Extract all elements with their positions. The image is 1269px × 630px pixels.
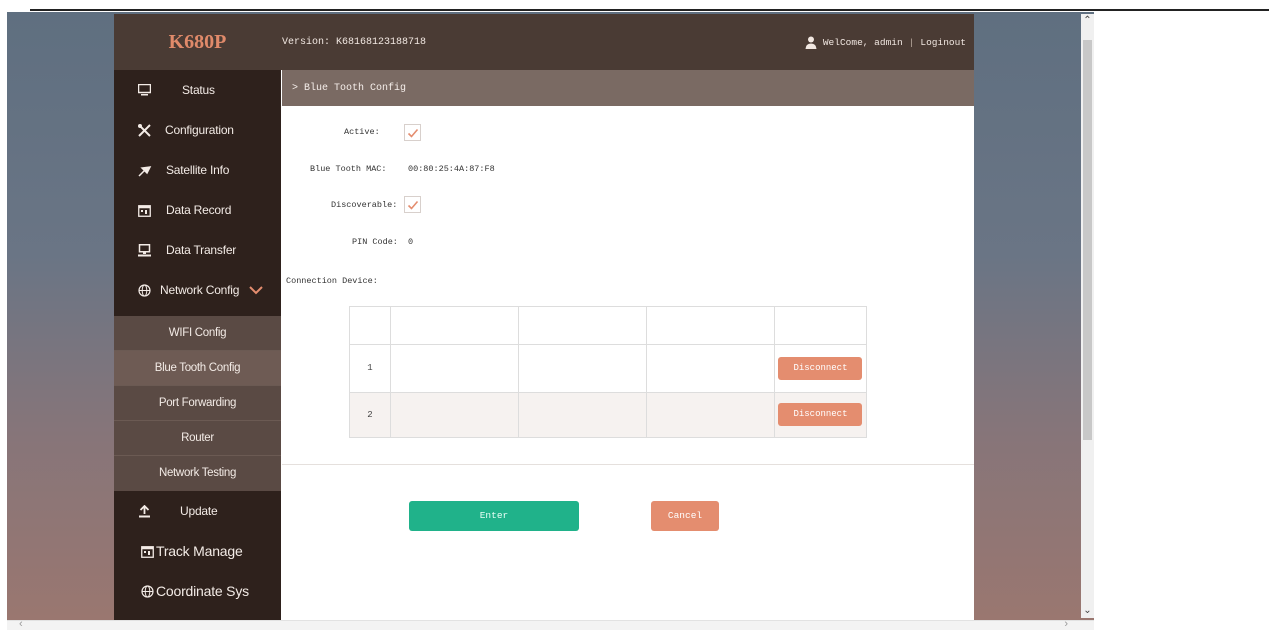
sidebar-item-label: Satellite Info <box>166 163 230 177</box>
sidebar-item-label: Update <box>180 504 218 518</box>
breadcrumb: > Blue Tooth Config <box>282 70 974 106</box>
top-rule <box>30 9 1269 11</box>
sidebar-item-label: Network Config <box>160 283 240 297</box>
sidebar-item-configuration[interactable]: Configuration <box>114 110 281 150</box>
sidebar-item-network-config[interactable]: Network Config <box>114 270 281 310</box>
connection-device-table: 1 Disconnect 2 Disconnect <box>349 305 868 439</box>
upload-icon <box>136 503 152 519</box>
version-text: Version: K68168123188718 <box>282 37 427 48</box>
sidebar: Status Configuration Satellite Info Data… <box>114 70 281 620</box>
disconnect-button[interactable]: Disconnect <box>778 356 863 380</box>
satellite-icon <box>136 162 152 178</box>
sidebar-item-track-manage[interactable]: Track Manage <box>114 531 281 571</box>
discoverable-label: Discoverable: <box>331 200 398 210</box>
table-header-row <box>349 305 868 346</box>
submenu-item-network-testing[interactable]: Network Testing <box>114 456 281 491</box>
cancel-button[interactable]: Cancel <box>651 501 719 531</box>
row-index: 2 <box>349 391 391 439</box>
vertical-scrollbar[interactable]: ⌃ ⌄ <box>1081 14 1094 618</box>
horizontal-scrollbar[interactable]: ‹ › <box>7 618 1094 630</box>
sidebar-item-update[interactable]: Update <box>114 491 281 531</box>
submenu-item-router[interactable]: Router <box>114 421 281 456</box>
sidebar-item-label: Status <box>182 83 215 97</box>
sidebar-item-label: Configuration <box>165 123 234 137</box>
scroll-right-icon[interactable]: › <box>1064 618 1068 630</box>
monitor-icon <box>136 82 152 98</box>
table-row: 1 Disconnect <box>349 344 868 393</box>
header-separator: | <box>908 36 915 48</box>
sidebar-item-satellite-info[interactable]: Satellite Info <box>114 150 281 190</box>
calendar-icon <box>139 543 155 559</box>
welcome-text: WelCome, admin <box>822 36 903 48</box>
sidebar-item-label: Data Transfer <box>166 243 237 257</box>
submenu-item-wifi-config[interactable]: WIFI Config <box>114 316 281 351</box>
tools-icon <box>136 122 152 138</box>
logout-link[interactable]: Loginout <box>920 37 966 48</box>
chevron-down-icon <box>249 284 263 298</box>
scroll-down-icon[interactable]: ⌄ <box>1081 604 1094 618</box>
form-divider <box>282 464 974 465</box>
globe-icon <box>136 282 152 298</box>
table-row: 2 Disconnect <box>349 391 868 439</box>
user-icon <box>805 36 817 49</box>
sidebar-item-coordinate-sys[interactable]: Coordinate Sys <box>114 571 281 611</box>
sidebar-item-data-transfer[interactable]: Data Transfer <box>114 230 281 270</box>
mac-label: Blue Tooth MAC: <box>310 164 387 174</box>
network-config-submenu: WIFI Config Blue Tooth Config Port Forwa… <box>114 316 281 491</box>
sidebar-item-label: Track Manage <box>156 543 243 559</box>
logo: K680P <box>168 31 227 53</box>
globe-icon <box>139 583 155 599</box>
discoverable-checkbox[interactable] <box>404 196 421 213</box>
sidebar-item-label: Coordinate Sys <box>156 583 249 599</box>
row-index: 1 <box>349 344 391 393</box>
user-area: WelCome, admin | Loginout <box>805 14 966 70</box>
app-window: K680P Version: K68168123188718 WelCome, … <box>114 14 974 620</box>
active-checkbox[interactable] <box>404 124 421 141</box>
mac-value: 00:80:25:4A:87:F8 <box>408 164 495 174</box>
sidebar-item-status[interactable]: Status <box>114 70 281 110</box>
pin-value: 0 <box>408 237 414 247</box>
connection-device-label: Connection Device: <box>286 276 378 286</box>
scroll-up-icon[interactable]: ⌃ <box>1081 14 1094 28</box>
submenu-item-blue-tooth-config[interactable]: Blue Tooth Config <box>114 351 281 386</box>
calendar-icon <box>136 202 152 218</box>
pin-label: PIN Code: <box>352 237 398 247</box>
scrollbar-thumb[interactable] <box>1083 40 1092 440</box>
disconnect-button[interactable]: Disconnect <box>778 403 863 427</box>
sidebar-item-data-record[interactable]: Data Record <box>114 190 281 230</box>
active-label: Active: <box>344 127 380 137</box>
enter-button[interactable]: Enter <box>409 501 579 531</box>
top-bar: K680P Version: K68168123188718 WelCome, … <box>114 14 974 70</box>
computer-icon <box>136 242 152 258</box>
sidebar-item-label: Data Record <box>166 203 232 217</box>
submenu-item-port-forwarding[interactable]: Port Forwarding <box>114 386 281 421</box>
scroll-left-icon[interactable]: ‹ <box>19 618 23 630</box>
